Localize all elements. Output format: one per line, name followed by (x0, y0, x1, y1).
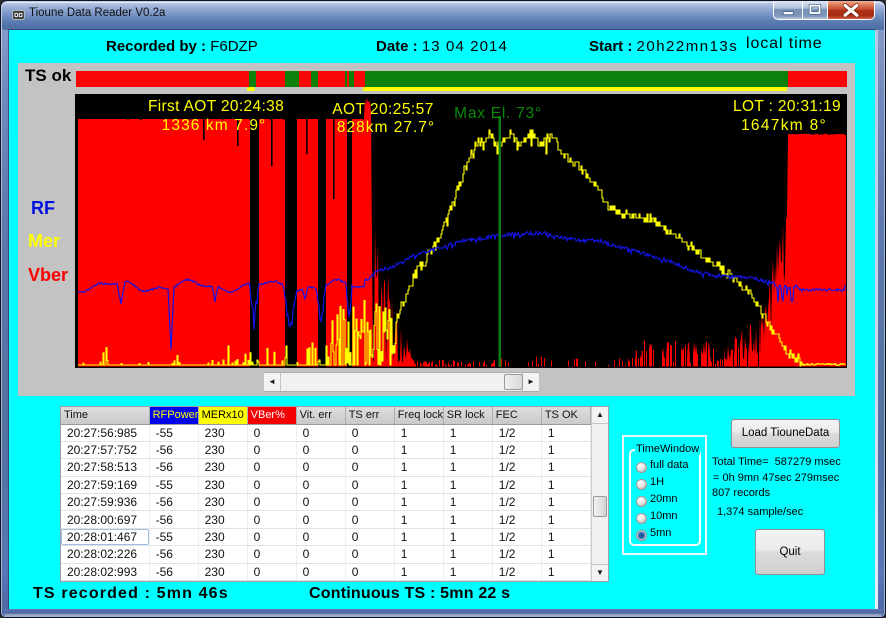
svg-text:1336 km 7.9°: 1336 km 7.9° (162, 117, 267, 134)
svg-text:Max El. 73°: Max El. 73° (454, 105, 542, 122)
svg-text:LOT : 20:31:19: LOT : 20:31:19 (733, 98, 841, 115)
svg-text:AOT 20:25:57: AOT 20:25:57 (332, 101, 434, 118)
svg-text:1647km 8°: 1647km 8° (741, 117, 827, 134)
svg-text:First AOT 20:24:38: First AOT 20:24:38 (148, 98, 284, 115)
svg-text:828km 27.7°: 828km 27.7° (337, 119, 435, 136)
